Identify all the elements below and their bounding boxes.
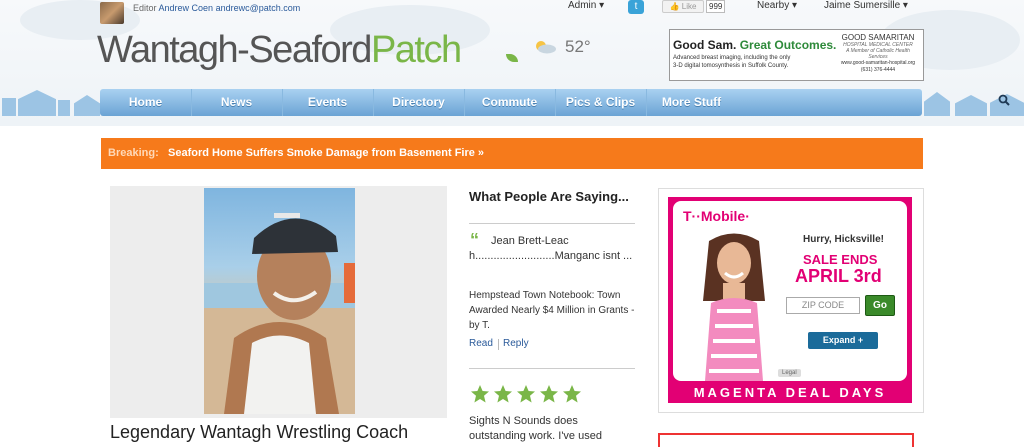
- nearby-menu[interactable]: Nearby ▾: [757, 0, 797, 11]
- reply-link[interactable]: Reply: [503, 338, 529, 349]
- breaking-label: Breaking:: [108, 147, 159, 159]
- legal-button[interactable]: Legal: [778, 369, 801, 377]
- editor-email-link[interactable]: andrewc@patch.com: [216, 3, 301, 13]
- feature-headline-link[interactable]: Legendary Wantagh Wrestling Coach: [110, 422, 408, 443]
- comments-section-title: What People Are Saying...: [469, 189, 629, 204]
- nav-commute[interactable]: Commute: [464, 89, 556, 116]
- next-ad-frame: [658, 433, 914, 447]
- nav-news[interactable]: News: [191, 89, 283, 116]
- divider: [469, 223, 635, 224]
- go-button[interactable]: Go: [865, 295, 895, 316]
- review-rating-stars: [470, 384, 585, 409]
- ad-deal-banner: MAGENTA DEAL DAYS: [693, 385, 887, 400]
- tmobile-logo: T··Mobile·: [683, 208, 750, 224]
- ad-headline: Good Sam. Great Outcomes.: [673, 38, 837, 52]
- ad-date-text: APRIL 3rd: [795, 266, 882, 286]
- star-icon: [494, 385, 512, 403]
- ad-line2: 3-D digital tomosynthesis in Suffolk Cou…: [673, 63, 789, 69]
- star-icon: [540, 385, 558, 403]
- star-icon: [563, 385, 581, 403]
- ad-sale-text: SALE ENDS: [803, 252, 878, 267]
- nav-more-stuff[interactable]: More Stuff: [646, 89, 737, 116]
- hospital-logo: GOOD SAMARITAN HOSPITAL MEDICAL CENTER A…: [840, 33, 916, 73]
- main-navigation: Home News Events Directory Commute Pics …: [100, 89, 1010, 116]
- editor-avatar[interactable]: [100, 2, 124, 24]
- tmobile-ad-panel: T··Mobile· Hurry, Hicksville! SALE ENDS …: [668, 197, 912, 403]
- like-count: 999: [706, 0, 726, 13]
- star-icon: [471, 385, 489, 403]
- review-text: Sights N Sounds does outstanding work. I…: [469, 415, 602, 442]
- search-icon[interactable]: [998, 94, 1014, 110]
- nav-events[interactable]: Events: [282, 89, 374, 116]
- temperature: 52°: [565, 37, 591, 56]
- hospital-ad[interactable]: Good Sam. Great Outcomes. Advanced breas…: [669, 29, 924, 81]
- partly-cloudy-icon: [532, 38, 558, 59]
- editor-label: Editor: [133, 3, 157, 13]
- breaking-headline-link[interactable]: Seaford Home Suffers Smoke Damage from B…: [168, 147, 484, 159]
- expand-button[interactable]: Expand +: [808, 332, 878, 349]
- divider: [469, 368, 635, 369]
- link-separator: [498, 339, 499, 350]
- tmobile-ad[interactable]: T··Mobile· Hurry, Hicksville! SALE ENDS …: [658, 188, 924, 413]
- admin-menu[interactable]: Admin ▾: [568, 0, 604, 11]
- star-icon: [517, 385, 535, 403]
- like-button[interactable]: 👍 Like: [662, 0, 704, 13]
- user-menu[interactable]: Jaime Sumersille ▾: [824, 0, 908, 11]
- model-photo: [689, 231, 779, 411]
- nav-directory[interactable]: Directory: [373, 89, 465, 116]
- twitter-icon[interactable]: t: [628, 0, 644, 14]
- comment-text: Jean Brett-Leach........................…: [469, 235, 633, 262]
- feature-photo[interactable]: [204, 188, 355, 414]
- comment-article-link[interactable]: Hempstead Town Notebook: Town Awarded Ne…: [469, 288, 635, 333]
- nav-home[interactable]: Home: [100, 89, 192, 116]
- ad-hurry-text: Hurry, Hicksville!: [803, 234, 884, 245]
- zip-code-input[interactable]: ZIP CODE: [786, 297, 860, 314]
- site-logo[interactable]: Wantagh-SeafordPatch: [97, 28, 462, 72]
- ad-line1: Advanced breast imaging, including the o…: [673, 55, 791, 61]
- breaking-news-bar: Breaking: Seaford Home Suffers Smoke Dam…: [101, 138, 923, 169]
- nav-pics-clips[interactable]: Pics & Clips: [555, 89, 647, 116]
- tmobile-ad-body: T··Mobile· Hurry, Hicksville! SALE ENDS …: [673, 201, 907, 381]
- read-link[interactable]: Read: [469, 338, 493, 349]
- editor-name-link[interactable]: Andrew Coen: [159, 3, 214, 13]
- editor-info: Editor Andrew Coen andrewc@patch.com: [133, 3, 300, 13]
